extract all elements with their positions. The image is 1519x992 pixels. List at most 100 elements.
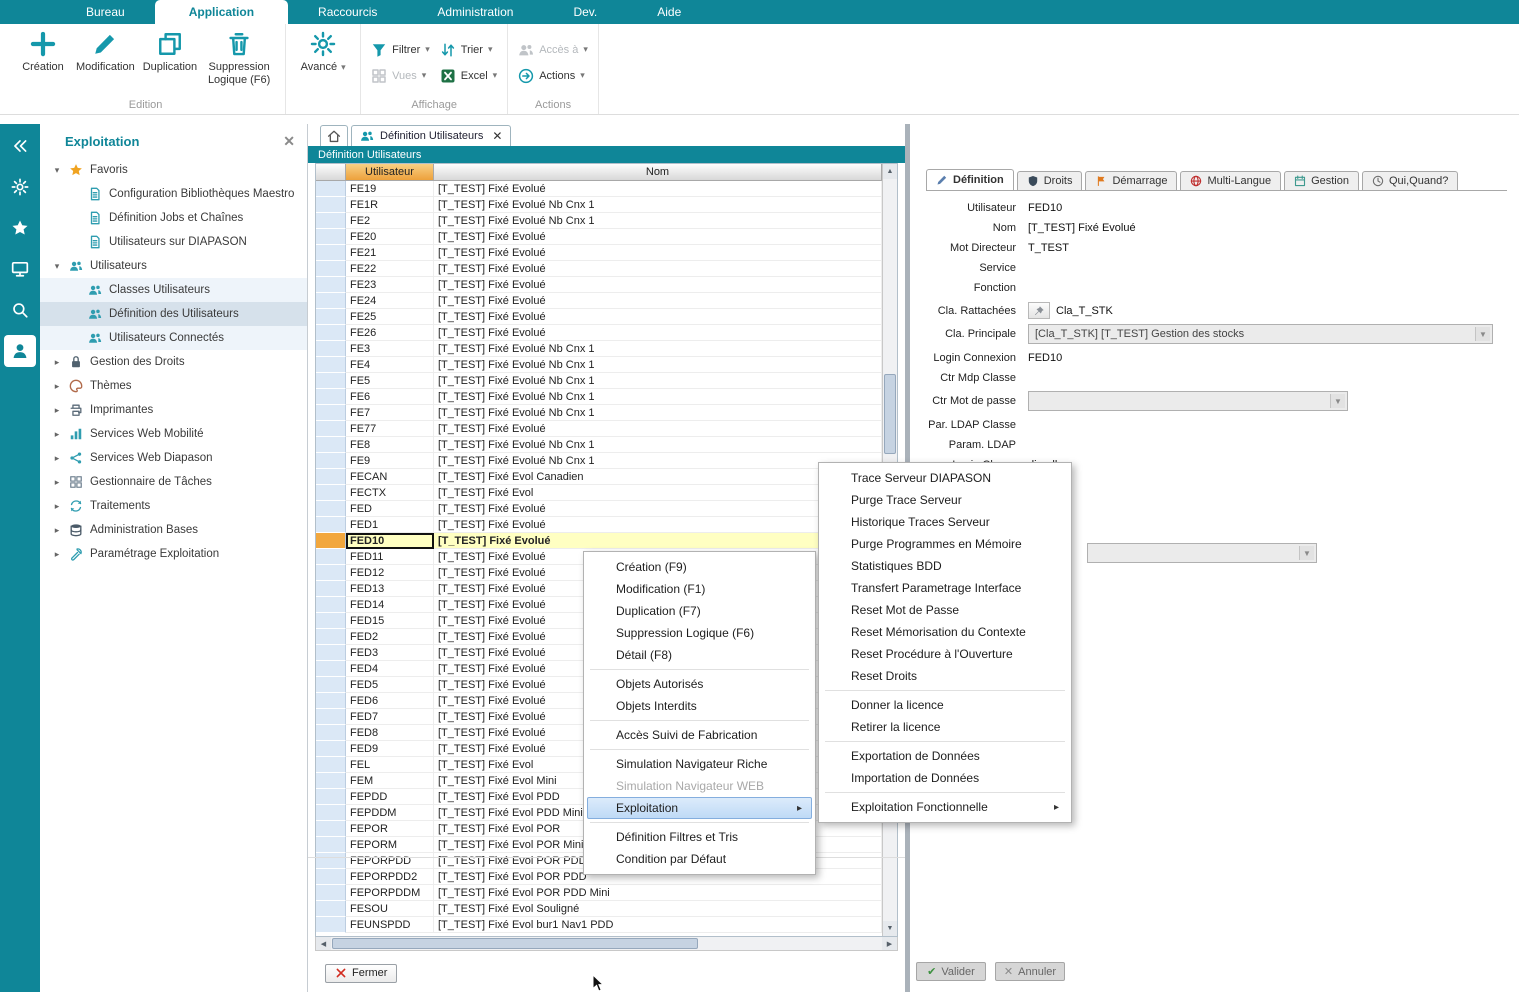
creation-button[interactable]: Création xyxy=(14,26,72,74)
row-gutter[interactable] xyxy=(316,565,346,581)
row-gutter[interactable] xyxy=(316,245,346,261)
strip-button-favorites[interactable] xyxy=(4,212,36,244)
detail-tab-droits[interactable]: Droits xyxy=(1017,171,1083,190)
row-gutter[interactable] xyxy=(316,373,346,389)
row-gutter[interactable] xyxy=(316,757,346,773)
table-row[interactable]: FE8[T_TEST] Fixé Evolué Nb Cnx 1 xyxy=(316,437,882,453)
menu-item-trace-serveur-diapason[interactable]: Trace Serveur DIAPASON xyxy=(822,467,1068,489)
scrollbar-thumb[interactable] xyxy=(332,938,698,949)
row-gutter[interactable] xyxy=(316,645,346,661)
menu-item-condition-par-d-faut[interactable]: Condition par Défaut xyxy=(587,848,812,870)
row-gutter[interactable] xyxy=(316,341,346,357)
menu-item-duplication-f7[interactable]: Duplication (F7) xyxy=(587,600,812,622)
acces-a-button[interactable]: Accès à▾ xyxy=(518,42,588,58)
menu-item-reset-m-morisation-du-contexte[interactable]: Reset Mémorisation du Contexte xyxy=(822,621,1068,643)
vues-button[interactable]: Vues▾ xyxy=(371,68,430,84)
row-gutter[interactable] xyxy=(316,581,346,597)
actions-button[interactable]: Actions▾ xyxy=(518,68,585,84)
menu-item-importation-de-donn-es[interactable]: Importation de Données xyxy=(822,767,1068,789)
tab-definition-utilisateurs[interactable]: Définition Utilisateurs ✕ xyxy=(351,125,511,146)
menu-item-purge-trace-serveur[interactable]: Purge Trace Serveur xyxy=(822,489,1068,511)
menu-item-reset-mot-de-passe[interactable]: Reset Mot de Passe xyxy=(822,599,1068,621)
row-gutter[interactable] xyxy=(316,789,346,805)
scroll-up-icon[interactable]: ▲ xyxy=(883,164,897,179)
menu-item-reset-proc-dure-l-ouverture[interactable]: Reset Procédure à l'Ouverture xyxy=(822,643,1068,665)
table-row[interactable]: FEPORPDDM[T_TEST] Fixé Evol POR PDD Mini xyxy=(316,885,882,901)
row-gutter[interactable] xyxy=(316,741,346,757)
row-gutter[interactable] xyxy=(316,917,346,933)
table-row[interactable]: FE7[T_TEST] Fixé Evolué Nb Cnx 1 xyxy=(316,405,882,421)
annuler-button[interactable]: ✕ Annuler xyxy=(995,962,1065,981)
row-gutter[interactable] xyxy=(316,837,346,853)
row-gutter[interactable] xyxy=(316,821,346,837)
tree-item-services-web-diapason[interactable]: ▸Services Web Diapason xyxy=(40,446,307,470)
row-gutter[interactable] xyxy=(316,309,346,325)
menu-item-application[interactable]: Application xyxy=(155,0,288,24)
row-gutter[interactable] xyxy=(316,549,346,565)
table-row[interactable]: FE25[T_TEST] Fixé Evolué xyxy=(316,309,882,325)
row-gutter[interactable] xyxy=(316,485,346,501)
row-gutter[interactable] xyxy=(316,197,346,213)
row-gutter[interactable] xyxy=(316,181,346,197)
tree-item-administration-bases[interactable]: ▸Administration Bases xyxy=(40,518,307,542)
menu-item-exportation-de-donn-es[interactable]: Exportation de Données xyxy=(822,745,1068,767)
menu-item-exploitation-fonctionnelle[interactable]: Exploitation Fonctionnelle▸ xyxy=(822,796,1068,818)
table-row[interactable]: FE9[T_TEST] Fixé Evolué Nb Cnx 1 xyxy=(316,453,882,469)
scroll-right-icon[interactable]: ▶ xyxy=(882,937,897,950)
menu-item-dev[interactable]: Dev. xyxy=(543,0,627,24)
tree-item-utilisateurs-connect-s[interactable]: Utilisateurs Connectés xyxy=(40,326,307,350)
menu-item-simulation-navigateur-riche[interactable]: Simulation Navigateur Riche xyxy=(587,753,812,775)
table-row[interactable]: FE77[T_TEST] Fixé Evolué xyxy=(316,421,882,437)
row-gutter[interactable] xyxy=(316,277,346,293)
menu-item-d-tail-f8[interactable]: Détail (F8) xyxy=(587,644,812,666)
row-gutter[interactable] xyxy=(316,853,346,869)
row-gutter[interactable] xyxy=(316,629,346,645)
scroll-left-icon[interactable]: ◀ xyxy=(316,937,331,950)
tab-close-icon[interactable]: ✕ xyxy=(492,129,502,143)
tree-item-d-finition-des-utilisateurs[interactable]: Définition des Utilisateurs xyxy=(40,302,307,326)
row-gutter[interactable] xyxy=(316,229,346,245)
row-gutter[interactable] xyxy=(316,661,346,677)
tree-item-traitements[interactable]: ▸Traitements xyxy=(40,494,307,518)
tree-item-imprimantes[interactable]: ▸Imprimantes xyxy=(40,398,307,422)
row-gutter[interactable] xyxy=(316,293,346,309)
scrollbar-thumb[interactable] xyxy=(884,374,896,454)
row-gutter[interactable] xyxy=(316,437,346,453)
table-row[interactable]: FE22[T_TEST] Fixé Evolué xyxy=(316,261,882,277)
menu-item-d-finition-filtres-et-tris[interactable]: Définition Filtres et Tris xyxy=(587,826,812,848)
menu-item-modification-f1[interactable]: Modification (F1) xyxy=(587,578,812,600)
secondary-select[interactable]: ▼ xyxy=(1087,543,1317,563)
table-row[interactable]: FECTX[T_TEST] Fixé Evol xyxy=(316,485,882,501)
tree-item-th-mes[interactable]: ▸Thèmes xyxy=(40,374,307,398)
row-gutter[interactable] xyxy=(316,325,346,341)
tree-item-classes-utilisateurs[interactable]: Classes Utilisateurs xyxy=(40,278,307,302)
strip-button-settings[interactable] xyxy=(4,171,36,203)
row-gutter[interactable] xyxy=(316,421,346,437)
menu-item-reset-droits[interactable]: Reset Droits xyxy=(822,665,1068,687)
row-gutter[interactable] xyxy=(316,261,346,277)
scroll-down-icon[interactable]: ▼ xyxy=(883,921,897,936)
row-gutter[interactable] xyxy=(316,773,346,789)
row-gutter[interactable] xyxy=(316,805,346,821)
tree-item-favoris[interactable]: ▾Favoris xyxy=(40,158,307,182)
detail-tab-multi-langue[interactable]: Multi-Langue xyxy=(1180,171,1281,190)
table-row[interactable]: FE4[T_TEST] Fixé Evolué Nb Cnx 1 xyxy=(316,357,882,373)
row-gutter[interactable] xyxy=(316,501,346,517)
row-gutter[interactable] xyxy=(316,405,346,421)
row-gutter[interactable] xyxy=(316,517,346,533)
close-icon[interactable]: ✕ xyxy=(283,133,295,150)
column-header-nom[interactable]: Nom xyxy=(434,164,882,181)
row-gutter[interactable] xyxy=(316,597,346,613)
row-gutter[interactable] xyxy=(316,869,346,885)
trier-button[interactable]: Trier▾ xyxy=(440,42,497,58)
row-gutter[interactable] xyxy=(316,213,346,229)
menu-item-cr-ation-f9[interactable]: Création (F9) xyxy=(587,556,812,578)
menu-item-objets-autoris-s[interactable]: Objets Autorisés xyxy=(587,673,812,695)
detail-tab-gestion[interactable]: Gestion xyxy=(1284,171,1359,190)
row-gutter[interactable] xyxy=(316,693,346,709)
fermer-button[interactable]: Fermer xyxy=(325,964,397,983)
strip-button-users[interactable] xyxy=(4,335,36,367)
row-gutter[interactable] xyxy=(316,389,346,405)
menu-item-bureau[interactable]: Bureau xyxy=(56,0,155,24)
table-row[interactable]: FED10[T_TEST] Fixé Evolué xyxy=(316,533,882,549)
